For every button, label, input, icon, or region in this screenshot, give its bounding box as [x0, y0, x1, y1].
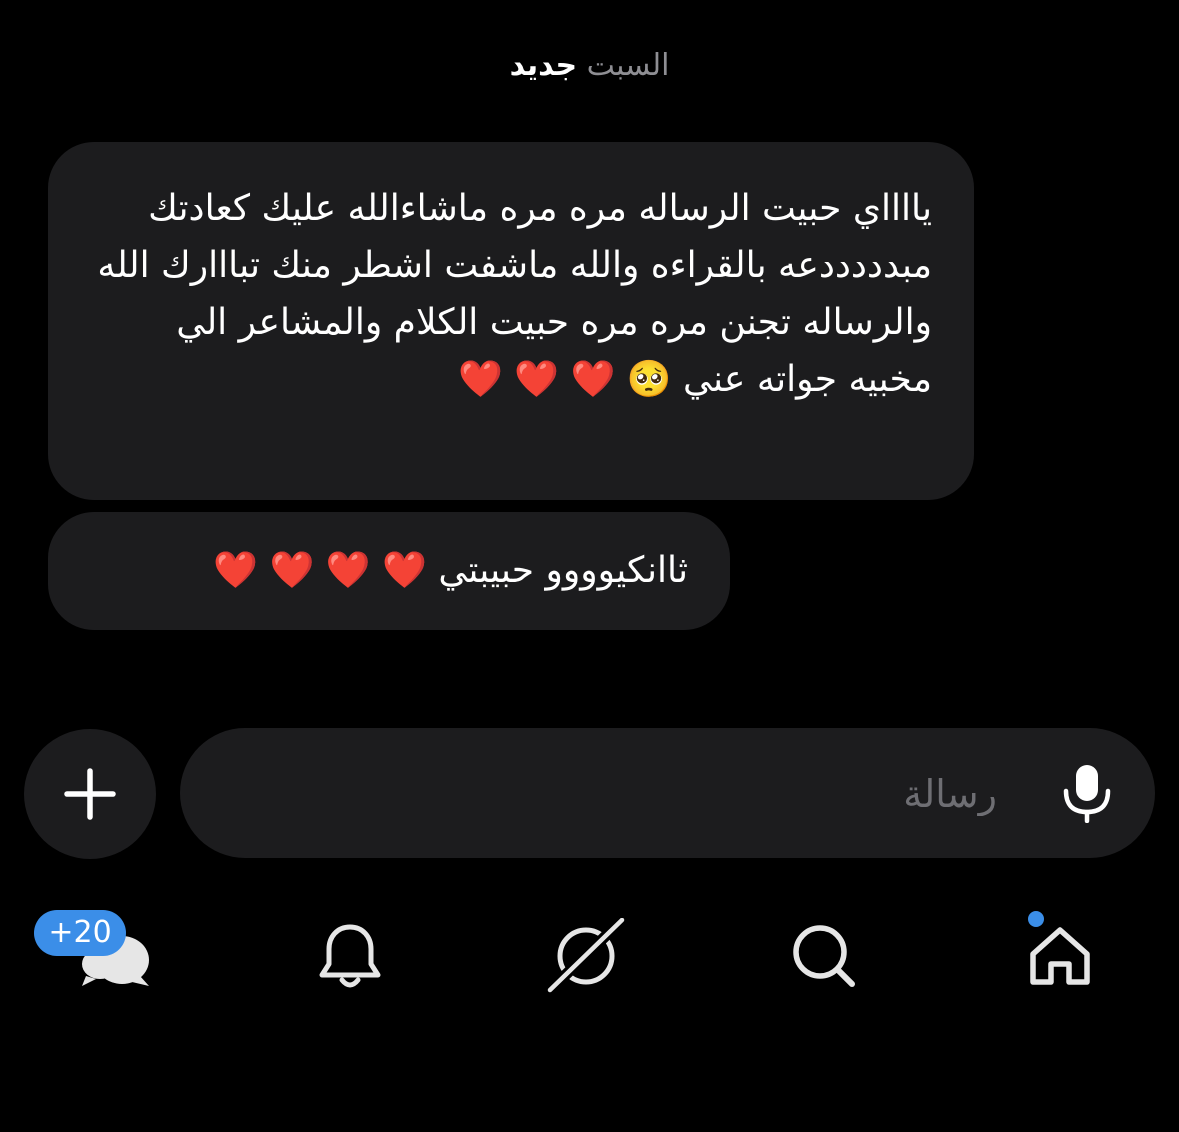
plus-icon [64, 768, 116, 820]
messages-count-badge: +20 [34, 910, 126, 956]
microphone-icon [1063, 765, 1111, 824]
message-bubble[interactable]: ثاانكيوووو حبيبتي ❤️ ❤️ ❤️ ❤️ [48, 512, 730, 630]
nav-search-button[interactable] [780, 918, 870, 998]
search-icon [793, 925, 855, 987]
message-composer [180, 728, 1155, 858]
message-text: ثاانكيوووو حبيبتي ❤️ ❤️ ❤️ ❤️ [213, 550, 688, 591]
nav-home-button[interactable] [1015, 918, 1105, 998]
nav-explore-button[interactable] [542, 918, 632, 998]
message-input[interactable] [320, 758, 999, 830]
microphone-button[interactable] [1059, 763, 1115, 824]
date-day: السبت [586, 48, 670, 83]
date-new-label: جديد [509, 48, 578, 83]
date-header: السبت جديد [0, 48, 1179, 83]
message-text: يااااي حبيت الرساله مره مره ماشاءالله عل… [97, 188, 932, 400]
add-attachment-button[interactable] [24, 729, 156, 859]
bell-icon [319, 924, 381, 988]
home-icon [1030, 927, 1090, 985]
message-bubble[interactable]: يااااي حبيت الرساله مره مره ماشاءالله عل… [48, 142, 974, 500]
explore-icon [546, 918, 626, 994]
nav-notifications-button[interactable] [305, 918, 395, 998]
